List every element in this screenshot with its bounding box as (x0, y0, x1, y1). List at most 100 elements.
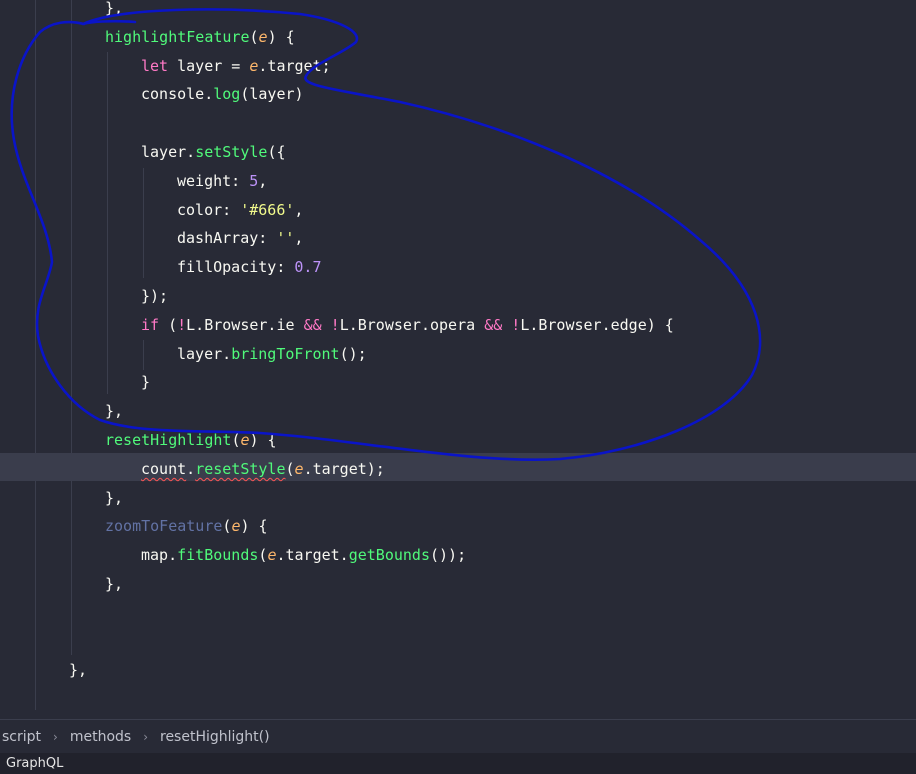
code-token: ! (330, 315, 340, 334)
breadcrumb-item-reset-highlight[interactable]: resetHighlight() (156, 729, 274, 745)
breadcrumb-separator-icon: › (53, 730, 58, 744)
indent-guide (35, 0, 36, 710)
code-token: ()); (430, 546, 467, 565)
code-line[interactable]: dashArray: '', (177, 224, 303, 252)
code-editor[interactable]: }, highlightFeature(e) {let layer = e.tar… (0, 0, 916, 719)
code-line[interactable]: let layer = e.target; (141, 52, 331, 80)
code-token: (); (339, 344, 367, 363)
code-token: ( (159, 315, 178, 334)
code-token: layer. (141, 143, 196, 161)
code-token: ( (249, 27, 259, 46)
indent-guide (143, 340, 144, 370)
code-line[interactable]: fillOpacity: 0.7 (177, 253, 322, 281)
code-token: ) { (240, 517, 268, 536)
code-line[interactable]: color: '#666', (177, 196, 303, 224)
code-line[interactable]: map.fitBounds(e.target.getBounds()); (141, 541, 466, 569)
code-line[interactable]: }, (69, 656, 87, 684)
indent-guide (71, 0, 72, 655)
code-token: 5 (249, 171, 259, 190)
breadcrumb: script › methods › resetHighlight() (0, 719, 916, 754)
code-line[interactable]: zoomToFeature(e) { (105, 512, 268, 540)
code-token: }, (69, 661, 88, 680)
code-token: console. (141, 85, 214, 104)
code-token: e (294, 459, 304, 478)
code-token: L.Browser.edge) { (520, 315, 674, 334)
code-token: ( (285, 459, 295, 478)
code-line[interactable]: } (141, 368, 150, 396)
code-token: layer. (177, 344, 232, 363)
code-token: log (213, 85, 241, 104)
code-token: 0.7 (294, 258, 322, 277)
code-token: .target; (258, 56, 331, 75)
code-token: zoomToFeature (105, 517, 223, 536)
code-token: .target. (276, 546, 349, 565)
code-token: setStyle (195, 143, 268, 161)
code-token: layer = (168, 56, 250, 75)
breadcrumb-item-script[interactable]: script (0, 729, 45, 745)
code-token: .target); (303, 459, 385, 478)
code-token: && (484, 315, 503, 334)
code-token: (layer) (240, 85, 304, 104)
code-token: if (141, 315, 160, 334)
code-token: }, (105, 402, 124, 421)
code-token: '' (276, 229, 295, 248)
code-line[interactable]: }, (105, 484, 123, 512)
code-line[interactable]: resetHighlight(e) { (105, 426, 277, 454)
code-token: }, (105, 488, 124, 507)
code-line[interactable]: }, (105, 397, 123, 425)
code-token: fitBounds (177, 546, 259, 565)
code-token: }); (141, 287, 169, 305)
code-line[interactable]: }, (105, 570, 123, 598)
code-token: resetStyle (195, 459, 286, 478)
code-line[interactable]: layer.setStyle({ (141, 138, 286, 166)
annotation-stroke (10, 8, 762, 461)
code-token: '#666' (240, 200, 295, 219)
code-token: , (294, 200, 304, 219)
status-bar: GraphQL (0, 753, 916, 774)
code-token: ) { (249, 431, 277, 449)
code-token: getBounds (348, 546, 430, 565)
code-token: map. (141, 546, 178, 565)
code-token: highlightFeature (105, 27, 250, 46)
code-token: bringToFront (231, 344, 340, 363)
code-line[interactable]: }); (141, 282, 168, 310)
code-line[interactable]: weight: 5, (177, 167, 267, 195)
code-line[interactable]: highlightFeature(e) { (105, 23, 295, 51)
code-token: , (294, 229, 304, 248)
breadcrumb-separator-icon: › (143, 730, 148, 744)
code-token: weight: (177, 171, 250, 190)
code-token: } (141, 373, 151, 392)
code-token: color: (177, 200, 241, 219)
code-token: && (303, 315, 322, 334)
code-token: count (141, 459, 187, 478)
code-token: dashArray: (177, 229, 277, 248)
code-token: fillOpacity: (177, 258, 295, 277)
hand-drawn-annotation (10, 8, 762, 461)
code-token: ({ (267, 143, 286, 161)
code-token: L.Browser.opera (339, 315, 485, 334)
code-line[interactable]: layer.bringToFront(); (177, 340, 367, 368)
code-token: ) { (267, 27, 295, 46)
code-token: e (240, 431, 250, 449)
language-mode[interactable]: GraphQL (0, 756, 63, 771)
indent-guide (143, 168, 144, 278)
code-line[interactable]: console.log(layer) (141, 80, 304, 108)
breadcrumb-item-methods[interactable]: methods (66, 729, 135, 745)
code-token: let (141, 56, 169, 75)
code-line[interactable]: }, (105, 0, 123, 22)
code-token: . (186, 459, 196, 478)
code-token: }, (105, 575, 124, 593)
code-token: L.Browser.ie (186, 315, 304, 334)
code-token: e (258, 27, 268, 46)
code-token: }, (105, 0, 124, 17)
code-line[interactable]: count.resetStyle(e.target); (141, 455, 385, 483)
code-token: resetHighlight (105, 431, 232, 449)
code-line[interactable]: if (!L.Browser.ie && !L.Browser.opera &&… (141, 311, 674, 339)
code-token: ! (511, 315, 521, 334)
indent-guide (107, 52, 108, 394)
current-line-highlight (0, 453, 916, 481)
code-token: ! (177, 315, 187, 334)
code-token: , (258, 171, 268, 190)
